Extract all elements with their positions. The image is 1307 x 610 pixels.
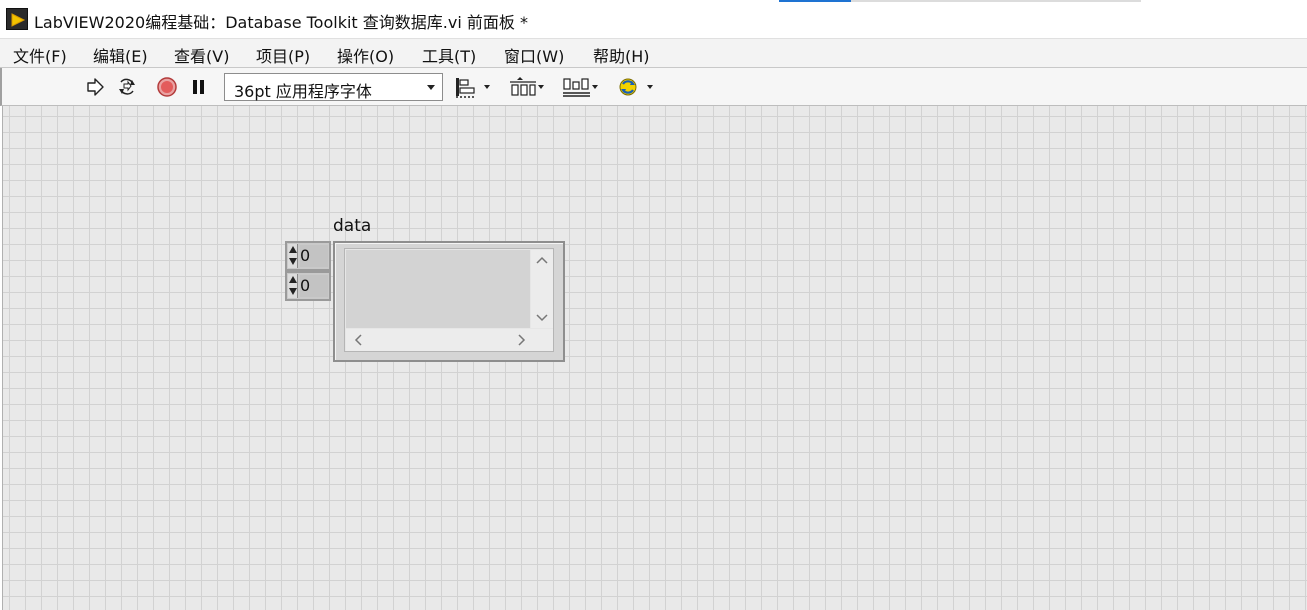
array-index-value[interactable]: 0	[300, 275, 328, 297]
reorder-icon[interactable]	[616, 76, 646, 98]
abort-icon[interactable]	[156, 76, 178, 98]
run-continuously-icon[interactable]	[115, 76, 137, 98]
chevron-down-icon[interactable]	[536, 314, 548, 322]
vertical-scrollbar[interactable]	[531, 250, 553, 328]
string-element-display[interactable]	[346, 250, 530, 328]
chevron-down-icon[interactable]	[592, 85, 598, 89]
array-index-value[interactable]: 0	[300, 245, 328, 267]
chevron-right-icon[interactable]	[518, 334, 526, 346]
decrement-arrow-icon[interactable]	[289, 288, 297, 295]
array-index-column[interactable]: 0	[285, 271, 331, 301]
font-select-value: 36pt 应用程序字体	[234, 82, 372, 101]
distribute-objects-icon[interactable]	[509, 76, 539, 98]
chevron-down-icon	[427, 85, 435, 90]
chevron-down-icon[interactable]	[484, 85, 490, 89]
resize-objects-icon[interactable]	[562, 76, 592, 98]
pause-icon[interactable]	[188, 76, 210, 98]
array-control[interactable]	[333, 241, 565, 362]
title-bar: LabVIEW2020编程基础：Database Toolkit 查询数据库.v…	[0, 0, 1307, 38]
menu-bar: 文件(F) 编辑(E) 查看(V) 项目(P) 操作(O) 工具(T) 窗口(W…	[0, 38, 1307, 68]
array-label[interactable]: data	[333, 216, 371, 236]
array-index-row[interactable]: 0	[285, 241, 331, 271]
align-objects-icon[interactable]	[454, 76, 484, 98]
menu-view[interactable]: 查看(V)	[174, 43, 229, 67]
menu-edit[interactable]: 编辑(E)	[93, 43, 148, 67]
toolbar: 36pt 应用程序字体	[0, 68, 1307, 106]
index-stepper[interactable]	[288, 274, 298, 298]
title-accent-bar	[779, 0, 851, 2]
window-title: LabVIEW2020编程基础：Database Toolkit 查询数据库.v…	[34, 13, 528, 32]
index-stepper[interactable]	[288, 244, 298, 268]
menu-help[interactable]: 帮助(H)	[593, 43, 650, 67]
front-panel-canvas[interactable]	[2, 106, 1307, 610]
menu-operate[interactable]: 操作(O)	[337, 43, 394, 67]
increment-arrow-icon[interactable]	[289, 276, 297, 283]
run-arrow-icon[interactable]	[84, 76, 106, 98]
horizontal-scrollbar[interactable]	[346, 329, 553, 351]
chevron-down-icon[interactable]	[538, 85, 544, 89]
menu-file[interactable]: 文件(F)	[13, 43, 67, 67]
title-accent-bar-secondary	[851, 0, 1141, 2]
increment-arrow-icon[interactable]	[289, 246, 297, 253]
font-select-dropdown[interactable]: 36pt 应用程序字体	[224, 73, 443, 101]
chevron-down-icon[interactable]	[647, 85, 653, 89]
menu-project[interactable]: 项目(P)	[256, 43, 310, 67]
chevron-left-icon[interactable]	[354, 334, 362, 346]
decrement-arrow-icon[interactable]	[289, 258, 297, 265]
array-element[interactable]	[344, 248, 554, 352]
labview-app-icon	[6, 8, 28, 30]
menu-tools[interactable]: 工具(T)	[422, 43, 476, 67]
menu-window[interactable]: 窗口(W)	[504, 43, 564, 67]
chevron-up-icon[interactable]	[536, 256, 548, 264]
